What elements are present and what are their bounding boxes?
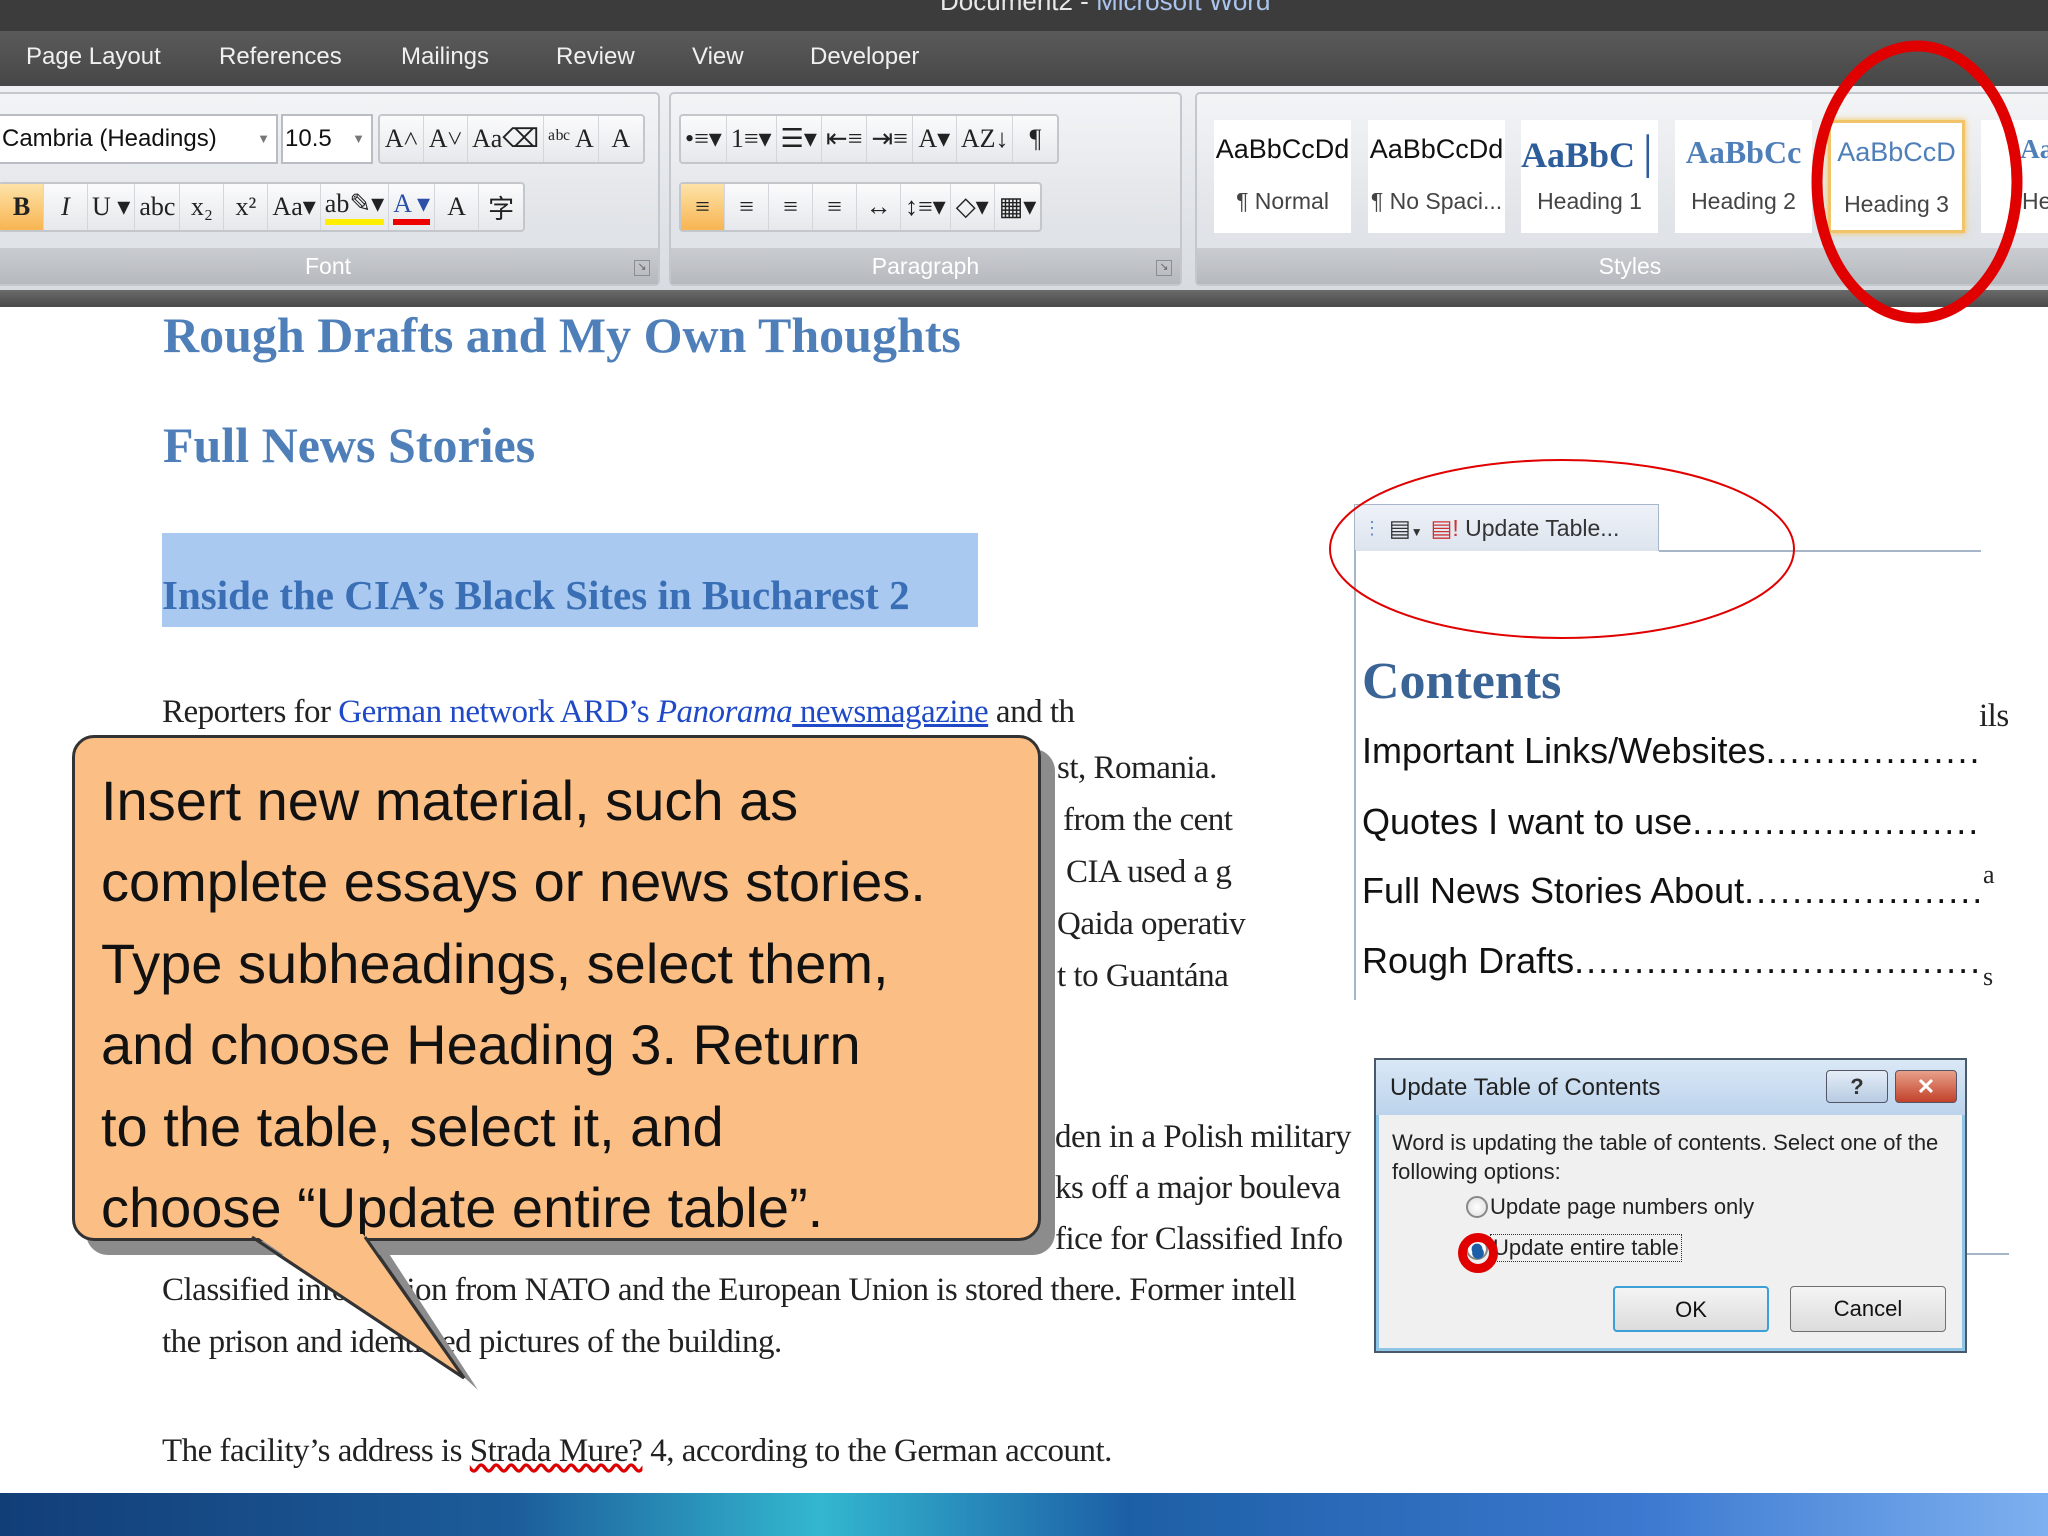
- taskbar: [0, 1493, 2048, 1536]
- help-button[interactable]: ?: [1826, 1070, 1888, 1103]
- toc-border: [1967, 1253, 2009, 1255]
- dialog-message: Word is updating the table of contents. …: [1392, 1130, 1939, 1184]
- radio-page-numbers-only[interactable]: [1466, 1196, 1488, 1218]
- option-page-numbers-label[interactable]: Update page numbers only: [1490, 1194, 1754, 1220]
- annotation-red-mark: [1458, 1233, 1498, 1273]
- close-button[interactable]: ✕: [1895, 1070, 1957, 1103]
- ok-button[interactable]: OK: [1613, 1286, 1769, 1332]
- cancel-button[interactable]: Cancel: [1790, 1286, 1946, 1332]
- update-toc-dialog: Update Table of Contents ? ✕ Word is upd…: [1374, 1058, 1967, 1353]
- option-entire-table-label[interactable]: Update entire table: [1490, 1234, 1682, 1262]
